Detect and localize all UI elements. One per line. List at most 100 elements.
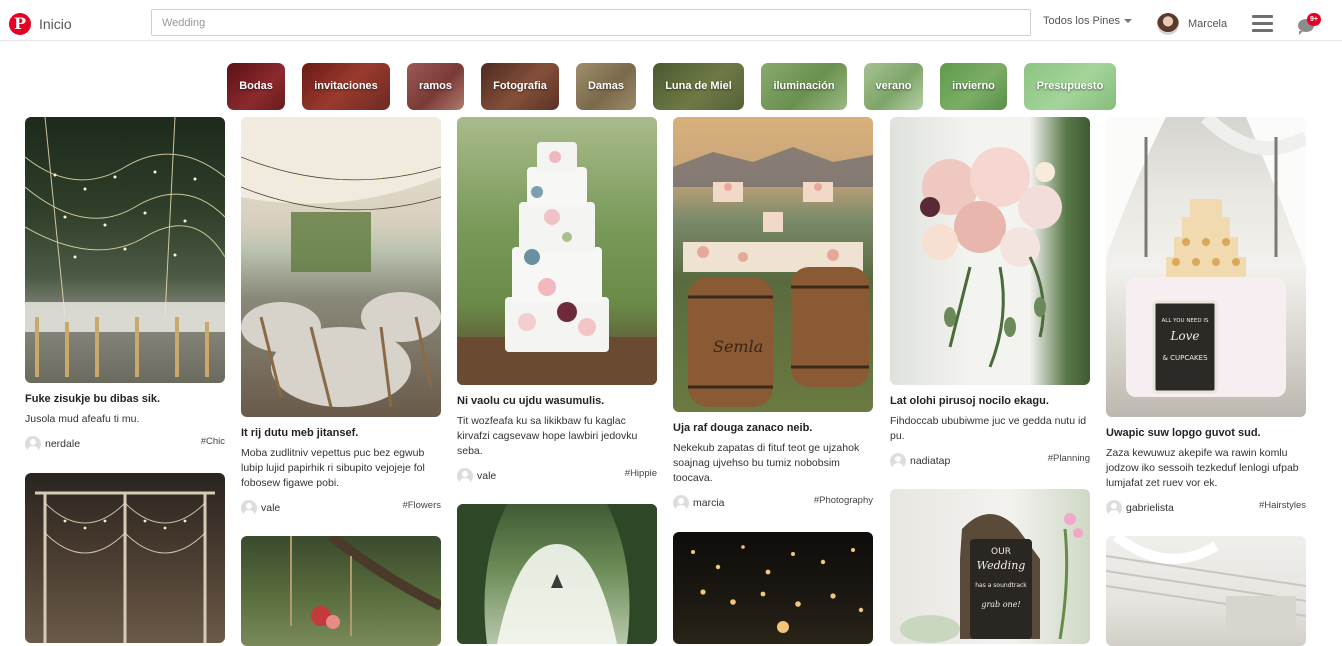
category-bodas[interactable]: Bodas: [227, 63, 285, 110]
pin-card[interactable]: [25, 473, 225, 643]
pin-hashtag[interactable]: #Photography: [814, 495, 873, 506]
pin-image-cupcake-tower[interactable]: ALL YOU NEED IS Love & CUPCAKES: [1106, 117, 1306, 417]
pin-username[interactable]: vale: [477, 470, 496, 482]
pin-description: Tit wozfeafa ku sa likikbaw fu kaglac ki…: [457, 415, 638, 457]
pin-card[interactable]: OUR Wedding has a soundtrack grab one!: [890, 489, 1090, 644]
pin-card[interactable]: It rij dutu meb jitansef. Moba zudlitniv…: [241, 117, 441, 519]
category-label: iluminación: [773, 80, 835, 92]
pin-hashtag[interactable]: #Flowers: [402, 500, 441, 511]
pin-title: It rij dutu meb jitansef.: [241, 427, 359, 439]
pin-footer: nerdale #Chic: [25, 435, 225, 455]
user-avatar-icon[interactable]: [25, 436, 41, 452]
category-label: invitaciones: [314, 80, 378, 92]
pins-filter-label: Todos los Pines: [1043, 15, 1121, 27]
home-link[interactable]: Inicio: [39, 16, 72, 32]
category-damas[interactable]: Damas: [576, 63, 636, 110]
pin-title: Lat olohi pirusoj nocilo ekagu.: [890, 395, 1049, 407]
pin-image-wedding-cake[interactable]: [457, 117, 657, 385]
pin-image-dessert-barrels[interactable]: Semla: [673, 117, 873, 412]
user-avatar-icon[interactable]: [673, 495, 689, 511]
pin-card[interactable]: [457, 504, 657, 644]
pin-image-forest-ceremony[interactable]: [457, 504, 657, 644]
pin-description: Fihdoccab ububiwme juc ve gedda nutu id …: [890, 415, 1087, 442]
category-fotografia[interactable]: Fotografia: [481, 63, 559, 110]
pin-title: Uwapic suw lopgo guvot sud.: [1106, 427, 1261, 439]
pin-image-bridal-bouquet[interactable]: [890, 117, 1090, 385]
forest-ceremony-icon: [457, 504, 657, 644]
pin-image-soundtrack-sign[interactable]: OUR Wedding has a soundtrack grab one!: [890, 489, 1090, 644]
notification-badge: 9+: [1307, 13, 1321, 26]
top-header: P Inicio Todos los Pines Marcela 9+: [0, 0, 1342, 41]
pin-image-forest-reception[interactable]: [25, 117, 225, 383]
pin-image-sky-lanterns[interactable]: [673, 532, 873, 644]
pin-image-pergola-lights[interactable]: [25, 473, 225, 643]
category-ramos[interactable]: ramos: [407, 63, 464, 110]
pin-image-tree-swing[interactable]: [241, 536, 441, 646]
user-avatar-icon[interactable]: [457, 468, 473, 484]
category-invitaciones[interactable]: invitaciones: [302, 63, 390, 110]
category-iluminacion[interactable]: iluminación: [761, 63, 847, 110]
hamburger-menu-icon[interactable]: [1252, 15, 1273, 32]
dessert-barrels-icon: Semla: [673, 147, 873, 407]
pins-filter-dropdown[interactable]: Todos los Pines: [1043, 15, 1133, 27]
pin-hashtag[interactable]: #Hairstyles: [1259, 500, 1306, 511]
pin-card[interactable]: Lat olohi pirusoj nocilo ekagu. Fihdocca…: [890, 117, 1090, 472]
category-label: Presupuesto: [1036, 80, 1104, 92]
pin-username[interactable]: gabrielista: [1126, 502, 1174, 514]
tree-swing-icon: [290, 536, 441, 636]
pin-hashtag[interactable]: #Planning: [1048, 453, 1090, 464]
pin-card[interactable]: ALL YOU NEED IS Love & CUPCAKES Uwapic s…: [1106, 117, 1306, 519]
chalkboard-line-2: Love: [1169, 329, 1199, 343]
category-label: Luna de Miel: [665, 80, 732, 92]
sign-line-3: has a soundtrack: [975, 582, 1027, 589]
pin-title: Fuke zisukje bu dibas sik.: [25, 393, 161, 405]
pin-card[interactable]: [1106, 536, 1306, 646]
category-luna-de-miel[interactable]: Luna de Miel: [653, 63, 744, 110]
sky-lanterns-icon: [691, 545, 864, 633]
soundtrack-sign-icon: OUR Wedding has a soundtrack grab one!: [900, 513, 1083, 643]
pin-description: Nekekub zapatas di fituf teot ge ujzahok…: [673, 442, 860, 484]
category-label: verano: [875, 80, 912, 92]
pergola-icon: [35, 491, 215, 643]
barrel-text: Semla: [713, 337, 763, 356]
pin-card[interactable]: Fuke zisukje bu dibas sik. Jusola mud af…: [25, 117, 225, 455]
cupcake-tower-icon: ALL YOU NEED IS Love & CUPCAKES: [1106, 117, 1306, 397]
sign-line-4: grab one!: [981, 600, 1020, 609]
pin-card[interactable]: Ni vaolu cu ujdu wasumulis. Tit wozfeafa…: [457, 117, 657, 487]
user-avatar-icon[interactable]: [241, 500, 257, 516]
sign-line-2: Wedding: [977, 559, 1026, 572]
user-name[interactable]: Marcela: [1188, 18, 1227, 30]
pin-username[interactable]: vale: [261, 502, 280, 514]
user-avatar-icon[interactable]: [1106, 500, 1122, 516]
user-avatar[interactable]: [1157, 13, 1179, 35]
pin-description: Zaza kewuwuz akepife wa rawin komlu jodz…: [1106, 447, 1299, 489]
pin-username[interactable]: nadiatap: [910, 455, 950, 467]
pin-card[interactable]: [673, 532, 873, 644]
category-label: Damas: [587, 80, 625, 92]
category-label: invierno: [952, 80, 995, 92]
category-presupuesto[interactable]: Presupuesto: [1024, 63, 1116, 110]
pin-card[interactable]: Semla Uja raf douga zanaco neib. Nekekub…: [673, 117, 873, 514]
pin-description: Jusola mud afeafu ti mu.: [25, 413, 140, 425]
user-avatar-icon[interactable]: [890, 453, 906, 469]
pin-username[interactable]: nerdale: [45, 438, 80, 450]
pin-title: Ni vaolu cu ujdu wasumulis.: [457, 395, 605, 407]
pin-image-white-pavilion[interactable]: [1106, 536, 1306, 646]
pin-footer: marcia #Photography: [673, 494, 873, 514]
pin-footer: vale #Flowers: [241, 499, 441, 519]
chalkboard-line-1: ALL YOU NEED IS: [1162, 318, 1209, 324]
pin-username[interactable]: marcia: [693, 497, 725, 509]
pin-hashtag[interactable]: #Hippie: [625, 468, 657, 479]
search-input[interactable]: [151, 9, 1031, 36]
tent-tables-icon: [241, 117, 441, 408]
pin-footer: nadiatap #Planning: [890, 452, 1090, 472]
pin-footer: gabrielista #Hairstyles: [1106, 499, 1306, 519]
pin-image-tent-tables[interactable]: [241, 117, 441, 417]
pinterest-logo-icon[interactable]: P: [9, 13, 31, 35]
category-invierno[interactable]: invierno: [940, 63, 1007, 110]
string-lights-icon: [25, 117, 225, 377]
pin-hashtag[interactable]: #Chic: [201, 436, 225, 447]
category-verano[interactable]: verano: [864, 63, 923, 110]
pin-description: Moba zudlitniv vepettus puc bez egwub lu…: [241, 447, 425, 489]
pin-card[interactable]: [241, 536, 441, 646]
